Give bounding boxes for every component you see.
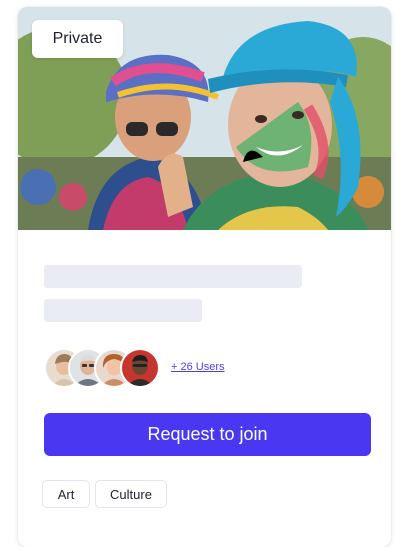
subtitle-placeholder [44, 299, 202, 322]
tag-art[interactable]: Art [42, 480, 90, 508]
more-users-link[interactable]: + 26 Users [171, 361, 225, 373]
group-card[interactable]: Private + 26 Users Request to join Art C… [18, 7, 391, 547]
member-avatars[interactable] [44, 348, 164, 388]
privacy-label: Private [52, 30, 103, 47]
title-placeholder [44, 265, 302, 288]
privacy-badge: Private [32, 20, 123, 58]
group-cover-image: Private [18, 7, 391, 230]
tag-culture[interactable]: Culture [95, 480, 167, 508]
tag-label: Culture [110, 486, 152, 502]
request-to-join-button[interactable]: Request to join [44, 413, 371, 456]
tag-label: Art [57, 486, 75, 502]
member-avatar-4[interactable] [120, 348, 160, 388]
